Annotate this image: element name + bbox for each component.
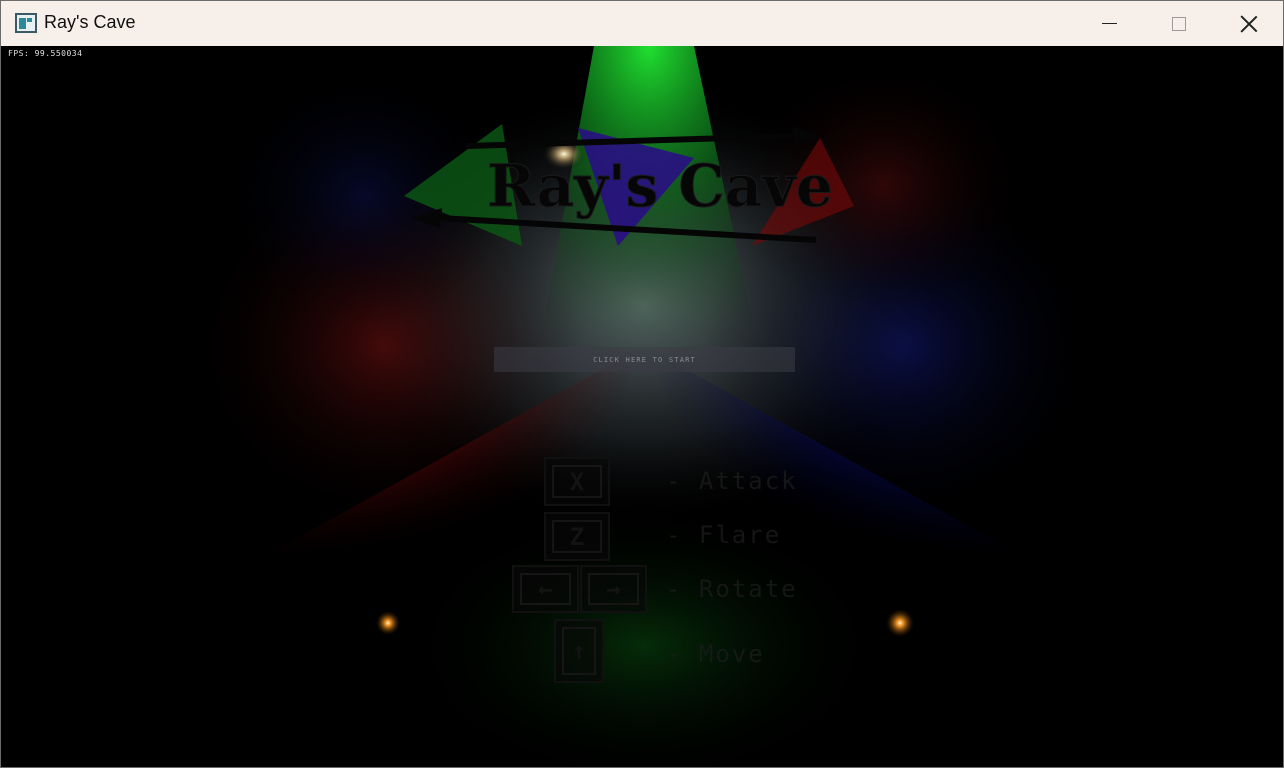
key-left-label: ← bbox=[520, 573, 571, 605]
key-right-label: → bbox=[588, 573, 639, 605]
rotate-label: - Rotate bbox=[666, 575, 798, 603]
minimize-icon bbox=[1101, 23, 1117, 24]
maximize-button[interactable] bbox=[1144, 1, 1214, 46]
start-button[interactable]: CLICK HERE TO START bbox=[494, 347, 795, 372]
arrow-left-key-icon: ← bbox=[512, 565, 579, 613]
game-window: Ray's Cave Ray's Cave FPS: 99.550034 CLI… bbox=[0, 0, 1284, 768]
app-icon bbox=[15, 13, 37, 33]
attack-label: - Attack bbox=[666, 467, 798, 495]
fps-counter: FPS: 99.550034 bbox=[8, 49, 83, 58]
arrow-right-key-icon: → bbox=[580, 565, 647, 613]
key-z-icon: Z bbox=[544, 512, 610, 561]
close-button[interactable] bbox=[1214, 1, 1284, 46]
key-up-label: ↑ bbox=[562, 627, 596, 675]
arrow-up-key-icon: ↑ bbox=[554, 619, 604, 683]
maximize-icon bbox=[1172, 16, 1186, 31]
flare-label: - Flare bbox=[666, 521, 782, 549]
logo-title: Ray's Cave bbox=[487, 152, 833, 220]
key-z-label: Z bbox=[552, 520, 602, 553]
key-x-label: X bbox=[552, 465, 602, 498]
title-bar[interactable]: Ray's Cave bbox=[1, 1, 1283, 46]
window-title: Ray's Cave bbox=[44, 12, 136, 32]
minimize-button[interactable] bbox=[1074, 1, 1144, 46]
move-label: - Move bbox=[666, 640, 765, 668]
game-viewport[interactable]: Ray's Cave FPS: 99.550034 CLICK HERE TO … bbox=[4, 46, 1282, 766]
key-x-icon: X bbox=[544, 457, 610, 506]
cave-scene: Ray's Cave bbox=[184, 46, 1104, 766]
close-icon bbox=[1240, 15, 1258, 33]
